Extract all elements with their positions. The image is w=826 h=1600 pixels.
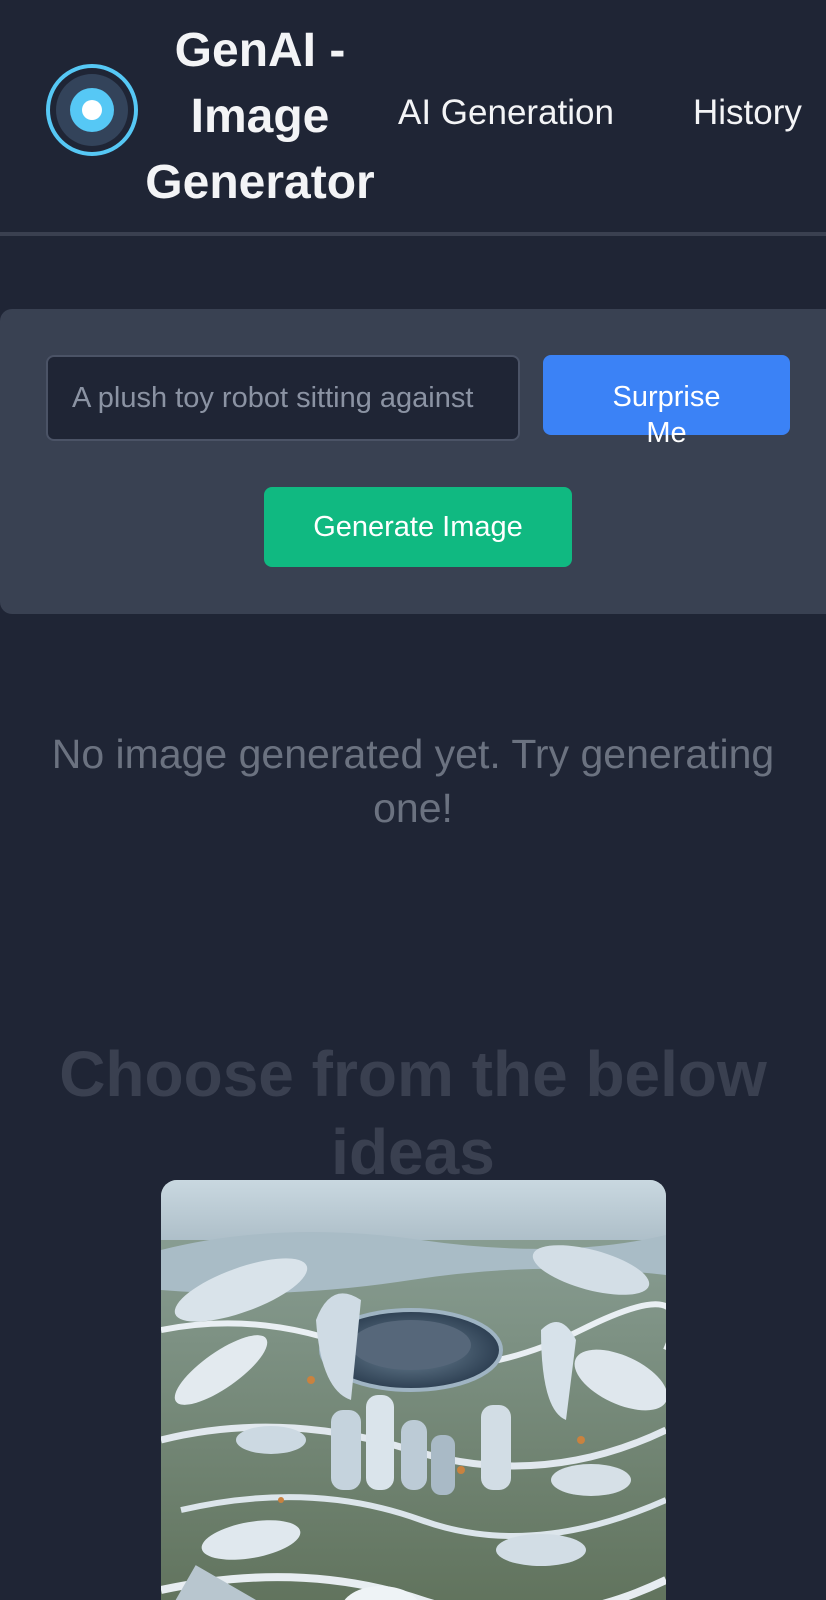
surprise-me-button[interactable]: Surprise Me: [543, 355, 790, 449]
page: GenAI - Image Generator AI Generation Hi…: [0, 0, 826, 1600]
futuristic-city-image: [161, 1180, 666, 1600]
app-title-line: Generator: [145, 156, 375, 209]
nav-ai-generation[interactable]: AI Generation: [398, 90, 614, 136]
generate-image-button[interactable]: Generate Image: [264, 487, 572, 567]
eye-icon[interactable]: [46, 64, 138, 156]
prompt-input[interactable]: [46, 355, 520, 441]
ideas-heading: Choose from the below ideas: [59, 1038, 767, 1189]
top-navbar: GenAI - Image Generator AI Generation Hi…: [0, 0, 826, 236]
idea-image-card[interactable]: [161, 1180, 666, 1600]
empty-state-message: No image generated yet. Try generating o…: [51, 731, 775, 831]
app-title-line: GenAI -: [174, 24, 346, 77]
app-title[interactable]: GenAI - Image Generator: [134, 18, 386, 216]
app-title-line: Image: [190, 90, 330, 143]
nav-history[interactable]: History: [693, 90, 802, 136]
prompt-card: Surprise Me Generate Image: [0, 309, 826, 614]
